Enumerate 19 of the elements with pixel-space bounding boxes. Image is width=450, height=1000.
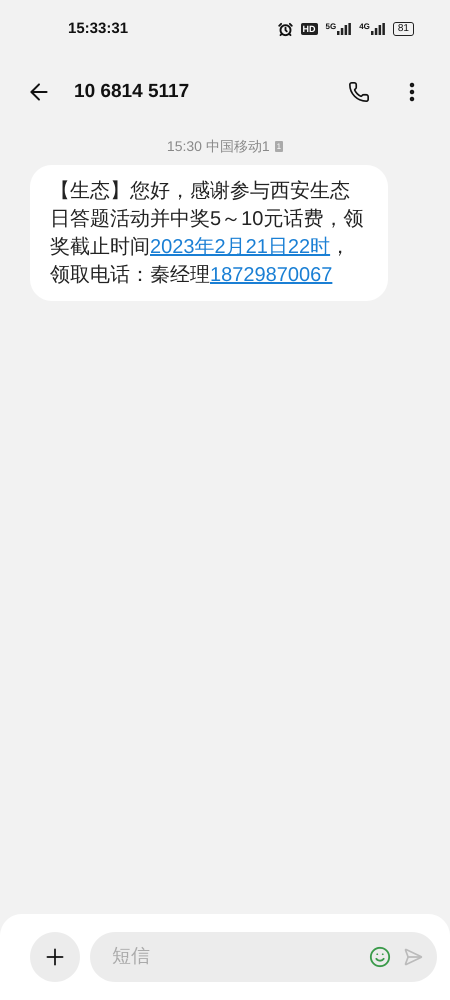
message-meta: 15:30 中国移动1	[166, 137, 270, 156]
contact-title: 10 6814 5117	[74, 80, 190, 104]
sim-icon: 1	[274, 141, 284, 152]
message-link[interactable]: 2023年2月21日22时	[150, 236, 330, 258]
message-input-field[interactable]: 短信	[112, 942, 357, 972]
status-time: 15:33:31	[68, 18, 128, 39]
phone-icon[interactable]	[348, 81, 370, 103]
emoji-icon[interactable]	[369, 946, 391, 968]
signal-icon	[337, 23, 352, 35]
composer-field[interactable]: 短信	[90, 932, 437, 982]
network-label: 4G	[359, 23, 370, 31]
message-bubble: 【生态】您好，感谢参与西安生态日答题活动并中奖5～10元话费，领奖截止时间2023年2月21日22时，领取电话：秦经理18729870067	[30, 165, 388, 301]
message-link[interactable]: 18729870067	[210, 264, 332, 286]
signal-icon	[370, 23, 385, 35]
alarm-icon	[278, 22, 293, 36]
hd-badge: HD	[300, 23, 318, 35]
battery-indicator: 81	[392, 22, 414, 36]
add-button[interactable]	[30, 932, 80, 982]
network-label: 5G	[326, 23, 336, 31]
